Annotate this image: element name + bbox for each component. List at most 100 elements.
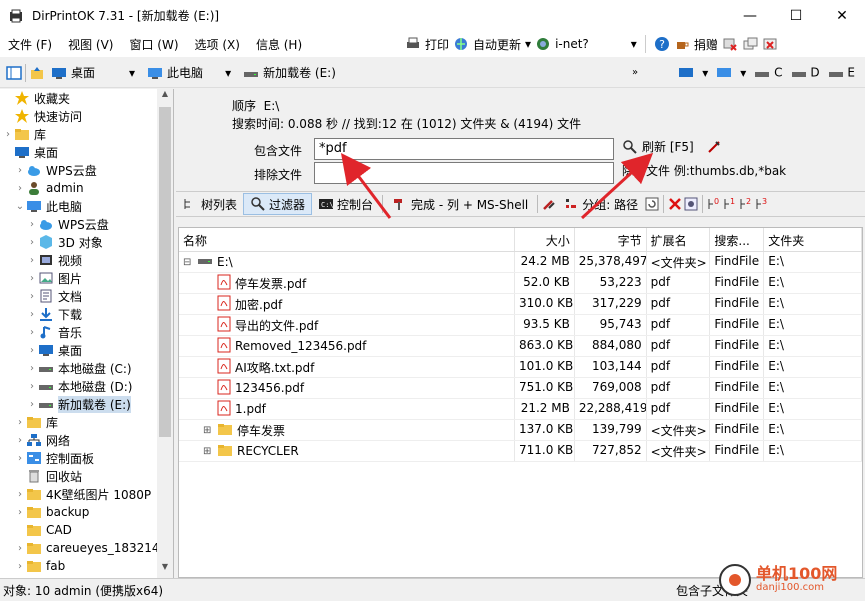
chevron-down-icon[interactable]: ▾ [525,37,531,51]
clear-filter-icon[interactable] [706,139,722,155]
globe-icon[interactable] [453,36,469,52]
table-row[interactable]: AI攻略.txt.pdf 101.0 KB 103,144 pdf FindFile E:… [179,357,862,378]
tree-item[interactable]: › 网络 [0,431,173,449]
table-row[interactable]: 导出的文件.pdf 93.5 KB 95,743 pdf FindFile E:\ [179,315,862,336]
column-header-name[interactable]: 名称 [179,228,515,251]
expand-toggle-icon[interactable]: › [26,291,38,302]
tree-item[interactable]: › 视频 [0,251,173,269]
expand-toggle-icon[interactable]: › [26,381,38,392]
inet-button[interactable]: i-net? [555,37,589,51]
expand-toggle-icon[interactable]: › [26,273,38,284]
tree-item[interactable]: › 图片 [0,269,173,287]
expand-toggle-icon[interactable]: ⊞ [203,425,213,436]
expand-toggle-icon[interactable]: ⌄ [14,201,26,212]
expand-toggle-icon[interactable]: › [14,165,26,176]
maximize-button[interactable]: ☐ [773,0,819,31]
expand-toggle-icon[interactable]: › [14,183,26,194]
tree-item[interactable]: › 桌面 [0,341,173,359]
table-row[interactable]: 停车发票.pdf 52.0 KB 53,223 pdf FindFile E:\ [179,273,862,294]
column-header-bytes[interactable]: 字节 [575,228,647,251]
expand-toggle-icon[interactable]: › [14,507,26,518]
tree-item[interactable]: › 新加载卷 (E:) [0,395,173,413]
menu-file[interactable]: 文件 (F) [0,36,60,53]
table-row[interactable]: 123456.pdf 751.0 KB 769,008 pdf FindFile E:\ [179,378,862,399]
tree-item[interactable]: › 下载 [0,305,173,323]
drive-c-button[interactable]: C [754,65,783,81]
tab-console[interactable]: C:\ 控制台 [312,193,379,215]
tree-item[interactable]: › WPS云盘 [0,161,173,179]
tree-item[interactable]: › 文档 [0,287,173,305]
panel-toggle-icon[interactable] [6,65,22,81]
expand-toggle-icon[interactable]: › [26,219,38,230]
table-row[interactable]: ⊞ RECYCLER 711.0 KB 727,852 <文件夹> FindFile E:\ [179,441,862,462]
tree-item[interactable]: › 库 [0,413,173,431]
tree-item[interactable]: 回收站 [0,467,173,485]
chevron-double-icon[interactable]: » [632,67,638,78]
expand-toggle-icon[interactable]: › [14,543,26,554]
drive-e-button[interactable]: E [828,65,855,81]
expand-toggle-icon[interactable]: › [26,237,38,248]
group-by-path-button[interactable]: 分组: 路径 [557,193,644,215]
tree-item[interactable]: › fab [0,557,173,575]
tree-item[interactable]: › 3D 对象 [0,233,173,251]
column-header-size[interactable]: 大小 [515,228,575,251]
tab-tree-list[interactable]: 树列表 [176,193,243,215]
tab-filter[interactable]: 过滤器 [243,193,313,215]
table-row[interactable]: 1.pdf 21.2 MB 22,288,419 pdf FindFile E:\ [179,399,862,420]
print-button[interactable]: 打印 [425,36,449,53]
cascade-windows-icon[interactable] [742,36,758,52]
tree-item[interactable]: › 音乐 [0,323,173,341]
delete-icon[interactable] [667,196,683,212]
column-header-folder[interactable]: 文件夹 [764,228,862,251]
scroll-down-icon[interactable]: ▼ [157,562,173,578]
menu-options[interactable]: 选项 (X) [187,36,248,53]
close-windows-icon[interactable] [722,36,738,52]
expand-toggle-icon[interactable]: › [14,435,26,446]
tree-item[interactable]: › 本地磁盘 (C:) [0,359,173,377]
donate-button[interactable]: 捐赠 [694,36,718,53]
drive-d-button[interactable]: D [791,65,820,81]
monitor-icon[interactable] [678,65,694,81]
tree-item[interactable]: ⌄ 此电脑 [0,197,173,215]
coffee-icon[interactable] [674,36,690,52]
done-columns-button[interactable]: 完成 - 列 + MS-Shell [386,193,534,215]
refresh-icon[interactable] [644,196,660,212]
close-button[interactable]: ✕ [819,0,865,31]
expand-toggle-icon[interactable]: › [14,417,26,428]
exclude-input[interactable] [314,162,614,184]
refresh-button[interactable]: 刷新 [F5] [622,138,722,155]
column-header-extension[interactable]: 扩展名 [647,228,711,251]
table-row[interactable]: ⊞ 停车发票 137.0 KB 139,799 <文件夹> FindFile E:\ [179,420,862,441]
expand-toggle-icon[interactable]: › [26,363,38,374]
tree-item[interactable]: › admin [0,179,173,197]
table-row[interactable]: ⊟ E:\ 24.2 MB 25,378,497 <文件夹> FindFile E:\ [179,252,862,273]
printer-icon[interactable] [405,36,421,52]
chevron-down-icon[interactable]: ▾ [702,66,708,80]
tree-item[interactable]: › careueyes_183214 [0,539,173,557]
tree-item[interactable]: CAD [0,521,173,539]
chevron-down-icon[interactable]: ▾ [225,66,231,80]
tools-icon[interactable] [541,196,557,212]
auto-update-button[interactable]: 自动更新 [473,36,521,53]
expand-toggle-icon[interactable]: › [14,453,26,464]
expand-toggle-icon[interactable]: › [14,561,26,572]
tree-item[interactable]: › 本地磁盘 (D:) [0,377,173,395]
expand-toggle-icon[interactable]: › [2,129,14,140]
close-all-icon[interactable] [762,36,778,52]
expand-toggle-icon[interactable]: ⊟ [183,257,193,268]
tree-item[interactable]: › WPS云盘 [0,215,173,233]
expand-toggle-icon[interactable]: › [14,489,26,500]
results-table[interactable]: 名称 大小 字节 扩展名 搜索... 文件夹 ⊟ E:\ 24.2 MB 25,378… [178,227,863,578]
tree-item[interactable]: 桌面 [0,143,173,161]
tree-item[interactable]: › backup [0,503,173,521]
tree-item[interactable]: › 4K壁纸图片 1080P [0,485,173,503]
tree-item[interactable]: › 库 [0,125,173,143]
menu-info[interactable]: 信息 (H) [248,36,310,53]
expand-toggle-icon[interactable]: › [26,399,38,410]
expand-toggle-icon[interactable]: › [26,255,38,266]
up-folder-icon[interactable] [29,65,45,81]
this-pc-crumb[interactable]: 此电脑 ▾ [141,62,237,84]
scroll-up-icon[interactable]: ▲ [157,89,173,105]
tree-scrollbar[interactable]: ▲ ▼ [157,89,173,578]
expand-toggle-icon[interactable]: ⊞ [203,446,213,457]
